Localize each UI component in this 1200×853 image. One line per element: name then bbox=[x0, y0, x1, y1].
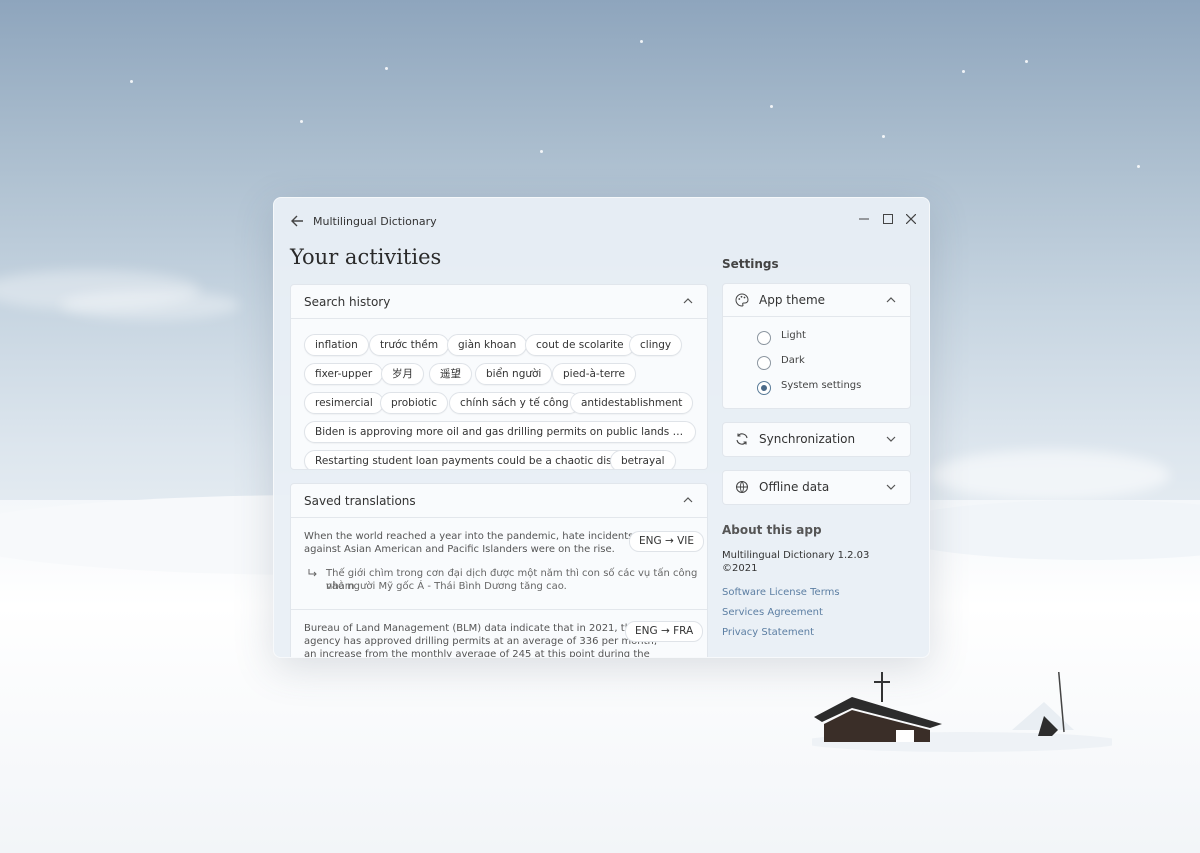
search-history-header[interactable]: Search history bbox=[291, 285, 707, 319]
app-theme-title: App theme bbox=[759, 293, 826, 307]
privacy-statement-link[interactable]: Privacy Statement bbox=[722, 627, 814, 638]
snowflake bbox=[770, 105, 773, 108]
snowflake bbox=[1025, 60, 1028, 63]
radio-button-selected[interactable] bbox=[757, 381, 771, 395]
snowflake bbox=[130, 80, 133, 83]
chevron-down-icon bbox=[886, 436, 896, 442]
source-text: an increase from the monthly average of … bbox=[304, 649, 650, 658]
title-bar: Multilingual Dictionary bbox=[274, 198, 929, 238]
history-chip[interactable]: pied-à-terre bbox=[552, 363, 636, 385]
app-title: Multilingual Dictionary bbox=[313, 215, 437, 228]
cloud bbox=[930, 450, 1170, 500]
history-chip[interactable]: probiotic bbox=[380, 392, 448, 414]
history-chip[interactable]: Biden is approving more oil and gas dril… bbox=[304, 421, 696, 443]
synchronization-card[interactable]: Synchronization bbox=[722, 422, 911, 457]
minimize-icon bbox=[859, 218, 869, 220]
app-version: Multilingual Dictionary 1.2.03 bbox=[722, 550, 870, 561]
source-text: Bureau of Land Management (BLM) data ind… bbox=[304, 623, 638, 634]
offline-data-header[interactable]: Offline data bbox=[723, 471, 910, 503]
snowflake bbox=[640, 40, 643, 43]
chevron-up-icon bbox=[683, 497, 693, 503]
divider bbox=[291, 609, 707, 610]
history-chip[interactable]: betrayal bbox=[610, 450, 676, 469]
settings-heading: Settings bbox=[722, 257, 779, 271]
chevron-up-icon bbox=[683, 298, 693, 304]
source-text: agency has approved drilling permits at … bbox=[304, 636, 658, 647]
page-title: Your activities bbox=[290, 245, 442, 269]
snowflake bbox=[962, 70, 965, 73]
source-text: against Asian American and Pacific Islan… bbox=[304, 544, 615, 555]
close-icon bbox=[906, 214, 916, 224]
globe-icon bbox=[736, 481, 748, 493]
synchronization-title: Synchronization bbox=[759, 432, 856, 446]
snow-cabin-illustration bbox=[812, 672, 1112, 752]
radio-label: System settings bbox=[781, 380, 862, 391]
history-chip[interactable]: antidestablishment bbox=[570, 392, 694, 414]
back-button[interactable] bbox=[288, 212, 306, 230]
history-chip[interactable]: 遥望 bbox=[429, 363, 472, 385]
reply-arrow-icon bbox=[308, 569, 317, 577]
offline-data-card[interactable]: Offline data bbox=[722, 470, 911, 505]
snowflake bbox=[540, 150, 543, 153]
snowflake bbox=[385, 67, 388, 70]
history-chip[interactable]: chính sách y tế công bbox=[449, 392, 580, 414]
history-chip[interactable]: resimercial bbox=[304, 392, 384, 414]
snowflake bbox=[1137, 165, 1140, 168]
about-heading: About this app bbox=[722, 523, 822, 537]
snowflake bbox=[882, 135, 885, 138]
language-pair-badge[interactable]: ENG → VIE bbox=[629, 531, 705, 552]
maximize-icon bbox=[883, 214, 893, 224]
history-chip[interactable]: trước thềm bbox=[369, 334, 450, 356]
radio-button[interactable] bbox=[757, 331, 771, 345]
saved-translations-title: Saved translations bbox=[304, 494, 416, 508]
history-chip[interactable]: giàn khoan bbox=[447, 334, 528, 356]
palette-icon bbox=[735, 293, 749, 307]
cloud bbox=[60, 290, 240, 320]
history-chip[interactable]: Restarting student loan payments could b… bbox=[304, 450, 650, 469]
saved-translations-card: Saved translations When the world reache… bbox=[290, 483, 708, 658]
search-history-card: Search history inflation trước thềm giàn… bbox=[290, 284, 708, 470]
chevron-down-icon bbox=[886, 484, 896, 490]
history-chip[interactable]: 岁月 bbox=[381, 363, 424, 385]
language-pair-badge[interactable]: ENG → FRA bbox=[625, 621, 704, 642]
synchronization-header[interactable]: Synchronization bbox=[723, 423, 910, 455]
history-chip[interactable]: fixer-upper bbox=[304, 363, 384, 385]
radio-label: Light bbox=[781, 330, 806, 341]
app-theme-header[interactable]: App theme bbox=[723, 284, 910, 317]
history-chip[interactable]: clingy bbox=[629, 334, 683, 356]
license-terms-link[interactable]: Software License Terms bbox=[722, 587, 840, 598]
translated-text: vào người Mỹ gốc Á - Thái Bình Dương tăn… bbox=[326, 581, 567, 592]
history-chip[interactable]: cout de scolarite bbox=[525, 334, 635, 356]
radio-label: Dark bbox=[781, 355, 805, 366]
services-agreement-link[interactable]: Services Agreement bbox=[722, 607, 823, 618]
back-arrow-icon bbox=[291, 215, 303, 227]
sync-icon bbox=[736, 433, 748, 445]
chevron-up-icon bbox=[886, 297, 896, 303]
history-chip[interactable]: biển người bbox=[475, 363, 553, 385]
saved-translations-header[interactable]: Saved translations bbox=[291, 484, 707, 518]
offline-data-title: Offline data bbox=[759, 480, 830, 494]
history-chip[interactable]: inflation bbox=[304, 334, 369, 356]
close-button[interactable] bbox=[896, 207, 926, 231]
radio-button[interactable] bbox=[757, 356, 771, 370]
source-text: When the world reached a year into the p… bbox=[304, 531, 634, 542]
copyright: ©2021 bbox=[722, 563, 758, 574]
app-window: Multilingual Dictionary Your activities … bbox=[273, 197, 930, 658]
app-theme-card: App theme Light Dark System settings bbox=[722, 283, 911, 409]
snowflake bbox=[300, 120, 303, 123]
search-history-title: Search history bbox=[304, 295, 391, 309]
